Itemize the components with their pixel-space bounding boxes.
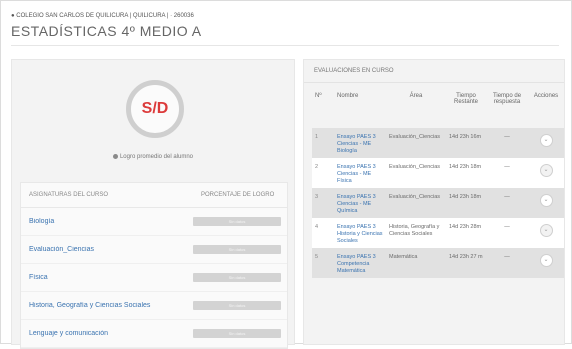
achievement-bar: Sin datos xyxy=(193,273,281,282)
chevron-down-icon[interactable]: ⌄ xyxy=(539,224,553,237)
subject-link[interactable]: Biología xyxy=(21,218,193,225)
evaluation-name-link[interactable]: Ensayo PAES 3 Historia y Ciencias Social… xyxy=(334,218,386,248)
achievement-bar: Sin datos xyxy=(193,217,281,226)
time-left: 14d 23h 27 m xyxy=(446,248,486,278)
time-left: 14d 23h 18m xyxy=(446,188,486,218)
subject-column-header: ASIGNATURAS DEL CURSO xyxy=(29,192,109,198)
page-frame: ● COLEGIO SAN CARLOS DE QUILICURA | QUIL… xyxy=(0,0,572,349)
course-summary-panel: S/D Logro promedio del alumno ASIGNATURA… xyxy=(11,59,295,349)
table-row: 1 Ensayo PAES 3 Ciencias - ME Biología E… xyxy=(312,128,564,158)
time-left: 14d 23h 18m xyxy=(446,158,486,188)
page-title: ESTADÍSTICAS 4º MEDIO A xyxy=(11,23,202,39)
chevron-down-icon[interactable]: ⌄ xyxy=(539,194,553,207)
time-answer: — xyxy=(486,218,528,248)
time-answer: — xyxy=(486,128,528,158)
evaluations-divider xyxy=(304,82,564,83)
subject-row: Historia, Geografía y Ciencias Sociales … xyxy=(21,292,287,320)
evaluation-area: Evaluación_Ciencias xyxy=(386,188,446,218)
row-number: 2 xyxy=(312,158,334,188)
subject-link[interactable]: Evaluación_Ciencias xyxy=(21,246,193,253)
time-answer: — xyxy=(486,158,528,188)
average-caption-text: Logro promedio del alumno xyxy=(119,154,194,161)
achievement-bar: Sin datos xyxy=(193,301,281,310)
area-column-header: Área xyxy=(409,93,423,99)
evaluation-name-link[interactable]: Ensayo PAES 3 Ciencias - ME Biología xyxy=(334,128,386,158)
subject-row: Biología Sin datos xyxy=(21,208,287,236)
evaluation-area: Evaluación_Ciencias xyxy=(386,158,446,188)
evaluations-table: Nº Nombre Área Tiempo Restante Tiempo de… xyxy=(312,88,564,278)
subjects-table: ASIGNATURAS DEL CURSO PORCENTAJE DE LOGR… xyxy=(20,182,288,349)
percent-column-header: PORCENTAJE DE LOGRO xyxy=(201,192,275,198)
row-number: 3 xyxy=(312,188,334,218)
evaluation-name-link[interactable]: Ensayo PAES 3 Ciencias - ME Química xyxy=(334,188,386,218)
achievement-bar: Sin datos xyxy=(193,245,281,254)
time-answer: — xyxy=(486,248,528,278)
time-left-column-header: Tiempo Restante xyxy=(453,93,478,105)
time-answer-column-header: Tiempo de respuesta xyxy=(492,93,522,105)
num-column-header: Nº xyxy=(315,93,322,99)
info-dot-icon xyxy=(112,154,118,159)
title-divider xyxy=(11,45,559,46)
achievement-gauge: S/D xyxy=(126,80,184,138)
evaluations-title: EVALUACIONES EN CURSO xyxy=(314,68,394,74)
evaluation-area: Historia, Geografía y Ciencias Sociales xyxy=(386,218,446,248)
chevron-down-icon[interactable]: ⌄ xyxy=(539,254,553,267)
row-number: 4 xyxy=(312,218,334,248)
achievement-bar: Sin datos xyxy=(193,329,281,338)
evaluation-name-link[interactable]: Ensayo PAES 3 Ciencias - ME Física xyxy=(334,158,386,188)
row-number: 1 xyxy=(312,128,334,158)
chevron-down-icon[interactable]: ⌄ xyxy=(539,134,553,147)
row-number: 5 xyxy=(312,248,334,278)
subject-link[interactable]: Física xyxy=(21,274,193,281)
subjects-table-header: ASIGNATURAS DEL CURSO PORCENTAJE DE LOGR… xyxy=(21,183,287,208)
evaluations-header-row: Nº Nombre Área Tiempo Restante Tiempo de… xyxy=(312,88,564,128)
actions-column-header: Acciones xyxy=(533,93,559,99)
table-row: 2 Ensayo PAES 3 Ciencias - ME Física Eva… xyxy=(312,158,564,188)
time-left: 14d 23h 28m xyxy=(446,218,486,248)
subject-row: Física Sin datos xyxy=(21,264,287,292)
name-column-header: Nombre xyxy=(337,93,359,99)
evaluation-area: Matemática xyxy=(386,248,446,278)
time-left: 14d 23h 16m xyxy=(446,128,486,158)
average-caption: Logro promedio del alumno xyxy=(12,154,294,160)
breadcrumb[interactable]: ● COLEGIO SAN CARLOS DE QUILICURA | QUIL… xyxy=(11,13,194,19)
evaluation-name-link[interactable]: Ensayo PAES 3 Competencia Matemática xyxy=(334,248,386,278)
subject-row: Evaluación_Ciencias Sin datos xyxy=(21,236,287,264)
table-row: 3 Ensayo PAES 3 Ciencias - ME Química Ev… xyxy=(312,188,564,218)
evaluation-area: Evaluación_Ciencias xyxy=(386,128,446,158)
time-answer: — xyxy=(486,188,528,218)
evaluations-panel: EVALUACIONES EN CURSO Nº Nombre Área Tie… xyxy=(303,59,565,345)
subject-link[interactable]: Lenguaje y comunicación xyxy=(21,330,193,337)
chevron-down-icon[interactable]: ⌄ xyxy=(539,164,553,177)
subject-link[interactable]: Historia, Geografía y Ciencias Sociales xyxy=(21,302,193,309)
table-row: 4 Ensayo PAES 3 Historia y Ciencias Soci… xyxy=(312,218,564,248)
gauge-value: S/D xyxy=(141,100,169,117)
table-row: 5 Ensayo PAES 3 Competencia Matemática M… xyxy=(312,248,564,278)
